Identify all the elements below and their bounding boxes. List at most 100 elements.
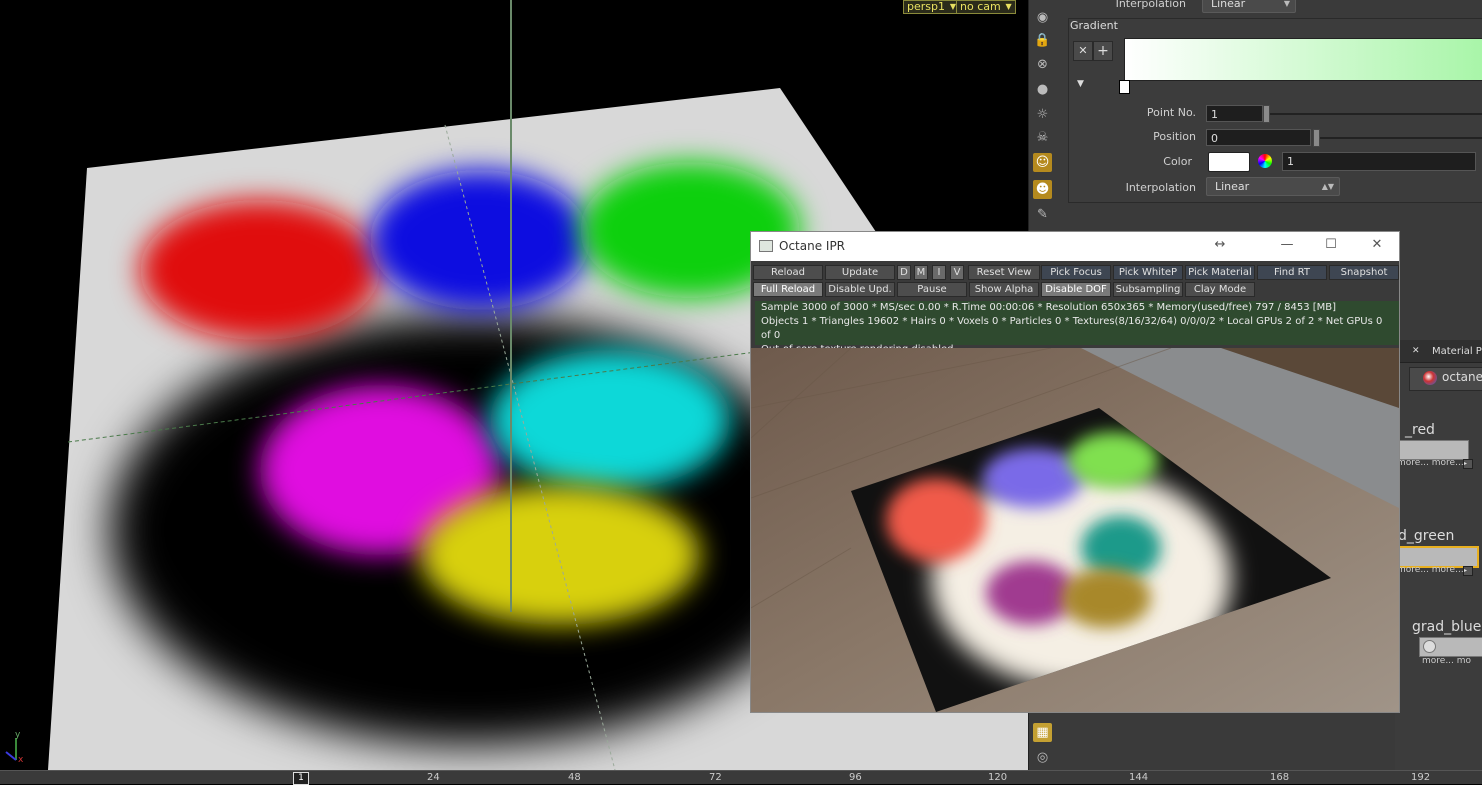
tick-192: 192	[1411, 772, 1431, 783]
snapshot-button[interactable]: Snapshot	[1329, 265, 1399, 280]
gradient-key-handle[interactable]	[1119, 80, 1130, 94]
interpolation-select[interactable]: Linear ▲▼	[1206, 177, 1340, 196]
camera-menu[interactable]: persp1 ▼	[903, 0, 960, 14]
disable-update-button[interactable]: Disable Upd.	[825, 282, 895, 297]
person-icon[interactable]: ☺	[1033, 153, 1052, 172]
ipr-title-text: Octane IPR	[779, 239, 846, 253]
node-red-label[interactable]: _red	[1405, 422, 1435, 438]
update-button[interactable]: Update	[825, 265, 895, 280]
status-line-2: Objects 1 * Triangles 19602 * Hairs 0 * …	[761, 316, 1383, 341]
close-window-button[interactable]: ✕	[1367, 237, 1387, 255]
timeline[interactable]: 1 24 48 72 96 120 144 168 192	[0, 770, 1482, 785]
render-image	[751, 348, 1399, 712]
node-blue-more-1[interactable]: more...	[1422, 656, 1454, 666]
point-no-field[interactable]: 1	[1206, 105, 1263, 122]
render-status-panel: Sample 3000 of 3000 * MS/sec 0.00 * R.Ti…	[755, 301, 1399, 355]
remove-point-button[interactable]: ✕	[1073, 41, 1093, 61]
camera-icon[interactable]: ✎	[1033, 205, 1052, 224]
tick-144: 144	[1129, 772, 1149, 783]
color-wheel-icon[interactable]	[1258, 154, 1272, 168]
color-swatch[interactable]	[1208, 152, 1250, 172]
point-no-slider[interactable]	[1263, 105, 1270, 123]
resize-cursor-icon: ↔	[1214, 237, 1226, 252]
skull-icon[interactable]: ☠	[1033, 128, 1052, 147]
node-blue-label[interactable]: grad_blue	[1412, 619, 1481, 635]
close-tab-icon[interactable]: ✕	[1412, 346, 1420, 356]
node-red-more-1[interactable]: more...	[1397, 458, 1429, 468]
point-no-slider-track	[1266, 113, 1482, 115]
no-cam-menu[interactable]: no cam ▼	[956, 0, 1016, 14]
top-interpolation-label: Interpolation	[1115, 0, 1186, 10]
pause-button[interactable]: Pause	[897, 282, 967, 297]
close-circle-icon[interactable]: ⊗	[1033, 55, 1052, 74]
octane-material-icon	[1423, 371, 1437, 385]
color-label: Color	[1163, 155, 1192, 168]
disable-dof-button[interactable]: Disable DOF	[1041, 282, 1111, 297]
expand-triangle-icon[interactable]: ▼	[1077, 79, 1084, 89]
chevron-down-icon: ▼	[1283, 0, 1290, 8]
red-blob	[140, 200, 380, 340]
position-label: Position	[1153, 130, 1196, 143]
network-editor[interactable]: ✕ Material Pale octane_ _red more... mor…	[1395, 340, 1482, 770]
pick-focus-button[interactable]: Pick Focus	[1041, 265, 1111, 280]
chevron-down-icon: ▼	[1005, 2, 1012, 11]
show-alpha-button[interactable]: Show Alpha	[969, 282, 1039, 297]
point-no-label: Point No.	[1146, 106, 1196, 119]
node-green-more-1[interactable]: more...	[1397, 565, 1429, 575]
axis-gizmo-icon: y x	[5, 730, 24, 765]
subsampling-button[interactable]: Subsampling	[1113, 282, 1183, 297]
find-rt-button[interactable]: Find RT	[1257, 265, 1327, 280]
current-frame-marker[interactable]: 1	[293, 772, 309, 785]
full-reload-button[interactable]: Full Reload	[753, 282, 823, 297]
ipr-titlebar[interactable]: Octane IPR ↔ — ☐ ✕	[751, 232, 1399, 261]
node-green-more-2[interactable]: more...	[1432, 565, 1464, 575]
position-slider-track	[1314, 137, 1482, 139]
window-app-icon	[759, 240, 773, 252]
minimize-button[interactable]: —	[1277, 237, 1297, 255]
close-icon: ✕	[1078, 44, 1088, 57]
node-red-output[interactable]: ▸	[1463, 459, 1473, 469]
node-blue-icon	[1423, 640, 1436, 653]
grid-icon[interactable]: ▦	[1033, 723, 1052, 742]
eye-icon[interactable]: ◉	[1033, 8, 1052, 27]
lock-icon[interactable]: 🔒	[1033, 31, 1052, 50]
m-button[interactable]: M	[914, 265, 928, 280]
tick-72: 72	[709, 772, 722, 783]
ipr-render-view[interactable]	[751, 348, 1399, 712]
sphere-icon[interactable]: ●	[1033, 80, 1052, 99]
tick-48: 48	[568, 772, 581, 783]
node-red-more-2[interactable]: more...	[1432, 458, 1464, 468]
i-button[interactable]: I	[932, 265, 946, 280]
network-path-label: octane_	[1442, 370, 1482, 384]
top-interpolation-select[interactable]: Linear ▼	[1202, 0, 1296, 13]
gradient-ramp[interactable]	[1124, 38, 1482, 81]
svg-text:x: x	[18, 755, 24, 765]
node-blue-more-2[interactable]: mo	[1457, 656, 1471, 666]
d-button[interactable]: D	[897, 265, 911, 280]
pick-whitep-button[interactable]: Pick WhiteP	[1113, 265, 1183, 280]
blue-blob	[370, 170, 590, 310]
node-green-output[interactable]: ▸	[1463, 566, 1473, 576]
reload-button[interactable]: Reload	[753, 265, 823, 280]
reset-view-button[interactable]: Reset View	[968, 265, 1040, 280]
position-slider[interactable]	[1313, 129, 1320, 147]
octane-ipr-window[interactable]: Octane IPR ↔ — ☐ ✕ Reload Update D M I V…	[750, 231, 1400, 713]
ghost-icon[interactable]: ☻	[1033, 180, 1052, 199]
clay-mode-button[interactable]: Clay Mode	[1185, 282, 1255, 297]
light-icon[interactable]: ☼	[1033, 105, 1052, 124]
plus-icon: +	[1097, 43, 1109, 59]
eye-preview-icon[interactable]: ◎	[1033, 748, 1052, 767]
pick-material-button[interactable]: Pick Material	[1185, 265, 1255, 280]
v-button[interactable]: V	[950, 265, 964, 280]
chevron-updown-icon: ▲▼	[1321, 182, 1334, 191]
maximize-button[interactable]: ☐	[1321, 237, 1341, 255]
node-red[interactable]	[1395, 440, 1469, 460]
color-value-field[interactable]: 1	[1282, 152, 1476, 171]
position-field[interactable]: 0	[1206, 129, 1311, 146]
status-line-1: Sample 3000 of 3000 * MS/sec 0.00 * R.Ti…	[761, 302, 1337, 313]
svg-text:y: y	[15, 730, 21, 740]
node-green-label[interactable]: d_green	[1398, 528, 1454, 544]
tab-material-palette[interactable]: Material Pale	[1432, 346, 1482, 357]
add-point-button[interactable]: +	[1093, 41, 1113, 61]
interpolation-label: Interpolation	[1125, 181, 1196, 194]
